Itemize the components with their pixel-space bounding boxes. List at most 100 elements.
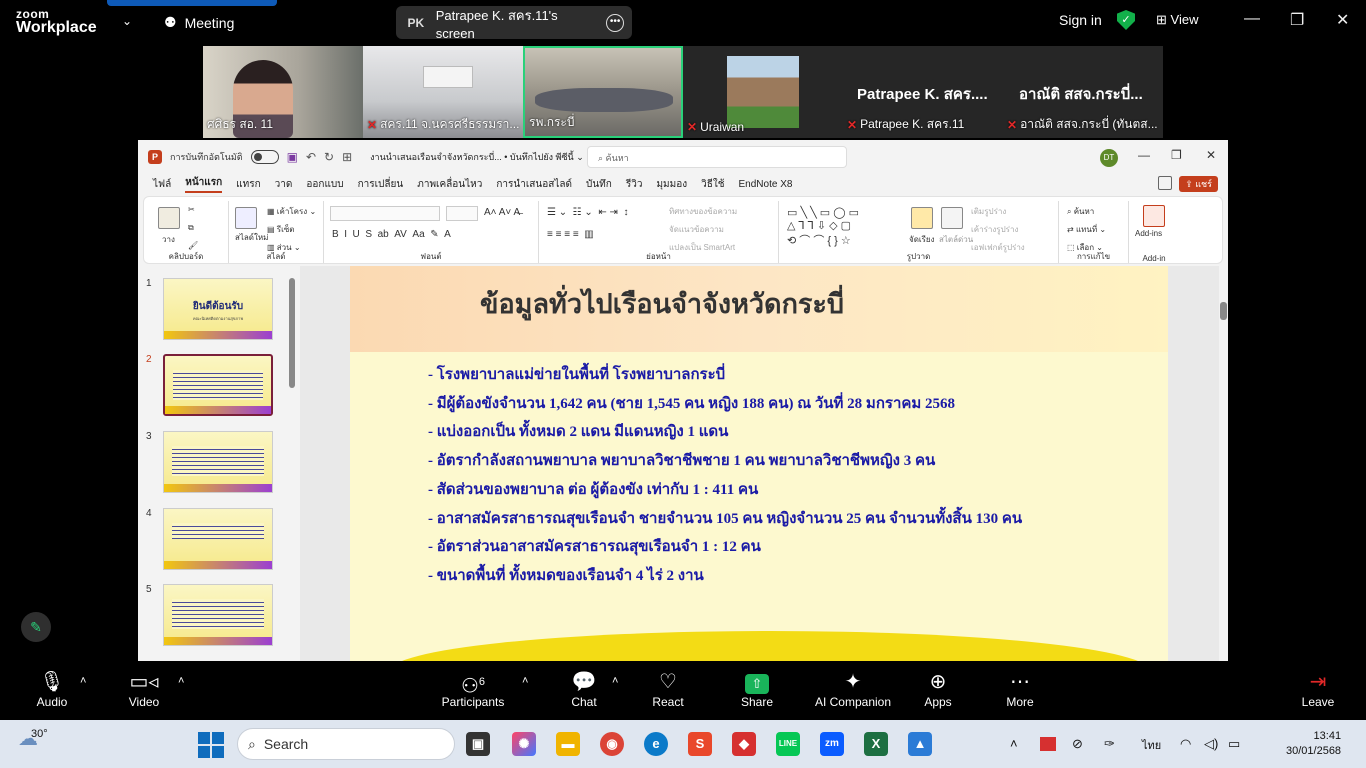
autosave-toggle[interactable]	[250, 150, 279, 164]
participant-tile[interactable]: ศศิธร สอ. 11	[203, 46, 363, 138]
tab-view[interactable]: มุมมอง	[656, 177, 687, 192]
video-options-chevron-icon[interactable]: ˄	[178, 675, 184, 687]
text-direction-button[interactable]: ทิศทางของข้อความ	[669, 205, 737, 218]
participants-button[interactable]: ⚇6 Participants	[438, 669, 508, 709]
new-slide-icon[interactable]	[235, 207, 257, 229]
chat-chevron-icon[interactable]: ˄	[612, 675, 618, 687]
shapes-gallery[interactable]: ▭ ╲ ╲ ▭ ◯ ▭ △ ⅂ ⅂ ⇩ ◇ ▢ ⟲ ⌒ ⌒ { } ☆	[787, 206, 859, 248]
tab-home[interactable]: หน้าแรก	[185, 175, 223, 193]
chrome-icon[interactable]: ◉	[600, 732, 624, 756]
minimize-icon[interactable]: —	[1138, 148, 1150, 162]
new-slide-label[interactable]: สไลด์ใหม่	[235, 231, 268, 244]
ai-companion-button[interactable]: ✦ AI Companion	[812, 669, 894, 709]
slide-thumbnail[interactable]: ยินดีต้อนรับ คณะนิเทศติดตามงานสุขภาพ	[163, 278, 273, 340]
share-screen-button[interactable]: ⇧ Share	[735, 669, 779, 709]
redo-icon[interactable]: ↻	[324, 150, 334, 164]
wifi-icon[interactable]: ◠	[1180, 736, 1191, 752]
cut-icon[interactable]: ✂	[188, 205, 195, 214]
apps-button[interactable]: ⊕ Apps	[918, 669, 958, 709]
ppt-search-input[interactable]: ⌕ ค้นหา	[587, 146, 847, 168]
close-icon[interactable]: ✕	[1206, 148, 1216, 162]
paste-icon[interactable]	[158, 207, 180, 229]
security-shield-icon[interactable]: ✓	[1117, 10, 1135, 30]
comments-icon[interactable]	[1158, 176, 1172, 190]
tab-draw[interactable]: วาด	[275, 177, 293, 192]
shape-outline-button[interactable]: เค้าร่างรูปร่าง	[971, 223, 1018, 236]
save-icon[interactable]: ▣	[287, 150, 298, 164]
participant-tile[interactable]: ✕ สคร.11 จ.นครศรีธรรมรา...	[363, 46, 523, 138]
user-avatar[interactable]: DT	[1100, 149, 1118, 167]
close-icon[interactable]: ✕	[1336, 10, 1349, 30]
minimize-icon[interactable]: —	[1244, 10, 1260, 28]
align-text-button[interactable]: จัดแนวข้อความ	[669, 223, 724, 236]
react-button[interactable]: ♡ React	[646, 669, 690, 709]
tab-review[interactable]: รีวิว	[626, 177, 643, 192]
participant-tile[interactable]: อาณัติ สสจ.กระบี่... ✕ อาณัติ สสจ.กระบี่ …	[1003, 46, 1163, 138]
excel-icon[interactable]: X	[864, 732, 888, 756]
font-format-buttons[interactable]: B I U S ab AV Aa ✎ A	[332, 229, 451, 240]
restore-icon[interactable]: ❐	[1171, 148, 1182, 162]
maximize-icon[interactable]: ❐	[1290, 10, 1304, 30]
start-windows-icon[interactable]	[198, 732, 224, 758]
replace-button[interactable]: ⇄ แทนที่ ⌄	[1067, 223, 1106, 236]
more-button[interactable]: ⋯ More	[1000, 669, 1040, 709]
language-indicator[interactable]: ไทย	[1142, 736, 1161, 754]
format-painter-icon[interactable]: 🖌	[188, 241, 198, 250]
copilot-icon[interactable]: ✺	[512, 732, 536, 756]
current-slide[interactable]: ข้อมูลทั่วไปเรือนจำจังหวัดกระบี่ - โรงพย…	[350, 266, 1168, 661]
chevron-down-icon[interactable]: ⌄	[122, 14, 132, 28]
zoom-app-icon[interactable]: zm	[820, 732, 844, 756]
font-name-select[interactable]	[330, 206, 440, 221]
tray-app-icon[interactable]	[1040, 737, 1056, 751]
tab-help[interactable]: วิธีใช้	[701, 177, 724, 192]
anydesk-icon[interactable]: ◆	[732, 732, 756, 756]
battery-icon[interactable]: ▭	[1228, 736, 1240, 752]
task-view-icon[interactable]: ▣	[466, 732, 490, 756]
system-clock[interactable]: 13:41 30/01/2568	[1286, 729, 1341, 759]
copy-icon[interactable]: ⧉	[188, 223, 194, 233]
meeting-info[interactable]: ⚉ Meeting	[164, 14, 234, 31]
font-size-buttons[interactable]: A˄ A˅ A̶	[484, 207, 520, 218]
tray-pen-icon[interactable]: ✑	[1104, 736, 1115, 752]
screen-share-indicator[interactable]: PK Patrapee K. สคร.11's screen •••	[396, 6, 632, 41]
edge-icon[interactable]: e	[644, 732, 668, 756]
thumbs-scrollbar[interactable]	[289, 278, 295, 388]
audio-button[interactable]: 🎙 Audio	[30, 669, 74, 709]
tab-design[interactable]: ออกแบบ	[306, 177, 343, 192]
tab-insert[interactable]: แทรก	[236, 177, 260, 192]
line-icon[interactable]: LINE	[776, 732, 800, 756]
slide-thumbnail[interactable]	[163, 431, 273, 493]
zoom-brand[interactable]: zoom Workplace	[16, 8, 97, 36]
present-icon[interactable]: ⊞	[342, 150, 352, 164]
layout-button[interactable]: ▦ เค้าโครง ⌄	[267, 205, 316, 218]
file-explorer-icon[interactable]: ▬	[556, 732, 580, 756]
video-button[interactable]: ▭◃ Video	[122, 669, 166, 709]
slide-thumbnail[interactable]	[163, 508, 273, 570]
arrange-icon[interactable]	[911, 207, 933, 229]
chat-button[interactable]: 💬 Chat	[564, 669, 604, 709]
align-buttons[interactable]: ≡ ≡ ≡ ≡ ▥	[547, 229, 594, 240]
slide-thumbnail-selected[interactable]	[163, 354, 273, 416]
quick-styles-icon[interactable]	[941, 207, 963, 229]
find-button[interactable]: ⌕ ค้นหา	[1067, 205, 1094, 218]
tray-cloud-icon[interactable]: ⊘	[1072, 736, 1083, 752]
app-s-icon[interactable]: S	[688, 732, 712, 756]
tab-endnote[interactable]: EndNote X8	[739, 179, 793, 190]
scroll-thumb[interactable]	[1220, 302, 1227, 320]
share-button[interactable]: ⇪ แชร์	[1179, 176, 1218, 192]
photos-icon[interactable]: ▲	[908, 732, 932, 756]
tab-animations[interactable]: ภาพเคลื่อนไหว	[417, 177, 482, 192]
reset-button[interactable]: ▤ รีเซ็ต	[267, 223, 294, 236]
taskbar-search-input[interactable]: ⌕ Search	[237, 728, 455, 760]
slide-scrollbar[interactable]	[1219, 266, 1228, 661]
addins-label[interactable]: Add-ins	[1135, 229, 1162, 238]
participant-tile[interactable]: ✕ Uraiwan	[683, 46, 843, 138]
participants-chevron-icon[interactable]: ˄	[522, 675, 528, 687]
tab-slideshow[interactable]: การนำเสนอสไลด์	[496, 177, 572, 192]
participant-tile-active[interactable]: รพ.กระบี่	[523, 46, 683, 138]
list-buttons[interactable]: ☰ ⌄ ☷ ⌄ ⇤ ⇥ ↕	[547, 207, 628, 218]
view-button[interactable]: ⊞ View	[1156, 12, 1198, 28]
volume-icon[interactable]: ◁)	[1204, 736, 1218, 752]
tab-transitions[interactable]: การเปลี่ยน	[358, 177, 404, 192]
tab-record[interactable]: บันทึก	[586, 177, 612, 192]
